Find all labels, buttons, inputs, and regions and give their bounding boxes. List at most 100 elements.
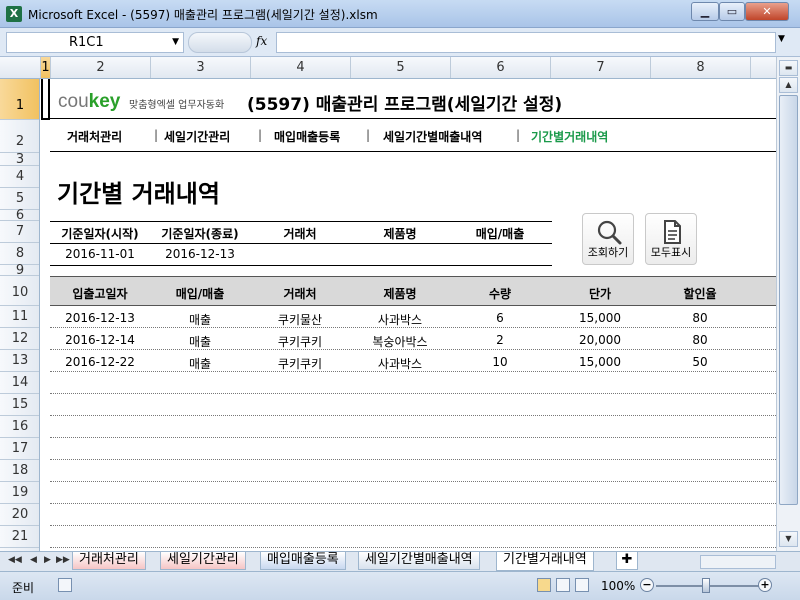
table-row-empty[interactable] [50,372,776,394]
filter-type[interactable] [450,247,550,263]
row-header[interactable]: 9 [0,264,39,277]
select-all-corner[interactable] [0,57,41,78]
column-header[interactable]: 4 [251,57,351,78]
row-header[interactable]: 4 [0,166,39,188]
row-header[interactable]: 1 [0,79,39,120]
table-row-empty[interactable] [50,416,776,438]
row-header[interactable]: 8 [0,243,39,265]
cell-discount[interactable]: 50 [650,355,750,369]
nav-link-purchase-sales[interactable]: 매입매출등록 [274,128,340,145]
table-row[interactable]: 2016-12-22 매출 쿠키쿠키 사과박스 10 15,000 50 [50,350,776,372]
cell-unit-price[interactable]: 20,000 [550,333,650,347]
row-header[interactable]: 6 [0,209,39,222]
zoom-out-button[interactable]: − [640,578,654,592]
scroll-up-icon[interactable]: ▲ [779,77,798,93]
cell-type[interactable]: 매출 [150,333,250,350]
minimize-button[interactable]: ▁ [691,2,719,21]
cell-product[interactable]: 사과박스 [350,311,450,328]
row-header[interactable]: 18 [0,460,39,482]
close-button[interactable]: ✕ [745,2,789,21]
insert-sheet-icon[interactable]: ✚ [616,552,638,570]
sheet-tab-period-transactions[interactable]: 기간별거래내역 [496,552,594,571]
normal-view-icon[interactable] [537,578,551,592]
table-row-empty[interactable] [50,394,776,416]
formula-input[interactable] [276,32,776,53]
first-sheet-icon[interactable]: ◀◀ [8,555,22,565]
cell-discount[interactable]: 80 [650,311,750,325]
cell-type[interactable]: 매출 [150,311,250,328]
filter-end-date[interactable]: 2016-12-13 [150,247,250,261]
search-button[interactable]: 조회하기 [582,213,634,265]
horizontal-scrollbar[interactable] [700,555,776,569]
next-sheet-icon[interactable]: ▶ [44,555,51,565]
page-layout-view-icon[interactable] [556,578,570,592]
sheet-tab-purchase-sales[interactable]: 매입매출등록 [260,552,346,570]
column-header[interactable]: 6 [451,57,551,78]
column-header[interactable]: 2 [51,57,151,78]
sheet-tab-sale-period[interactable]: 세일기간관리 [160,552,246,570]
table-row-empty[interactable] [50,504,776,526]
scroll-thumb[interactable] [779,95,798,505]
cell-unit-price[interactable]: 15,000 [550,311,650,325]
row-header[interactable]: 12 [0,328,39,350]
row-header[interactable]: 21 [0,526,39,548]
cell-customer[interactable]: 쿠키물산 [250,311,350,328]
cell-type[interactable]: 매출 [150,355,250,372]
cell-product[interactable]: 복숭아박스 [350,333,450,350]
column-header[interactable]: 5 [351,57,451,78]
column-header[interactable]: 8 [651,57,751,78]
page-break-view-icon[interactable] [575,578,589,592]
table-row-empty[interactable] [50,482,776,504]
row-header[interactable]: 7 [0,221,39,243]
cell-quantity[interactable]: 2 [450,333,550,347]
name-box[interactable]: R1C1 ▼ [6,32,184,53]
insert-function-icon[interactable]: fx [256,34,267,48]
excel-icon[interactable]: X [6,6,22,22]
cell-quantity[interactable]: 10 [450,355,550,369]
cell-product[interactable]: 사과박스 [350,355,450,372]
row-header[interactable]: 11 [0,306,39,328]
row-header[interactable]: 5 [0,188,39,210]
cell-customer[interactable]: 쿠키쿠키 [250,333,350,350]
row-header[interactable]: 13 [0,350,39,372]
vertical-scrollbar[interactable]: ▬ ▲ ▼ [776,57,800,551]
row-header[interactable]: 14 [0,372,39,394]
sheet-tab-customer[interactable]: 거래처관리 [72,552,146,570]
row-header[interactable]: 2 [0,120,39,153]
row-header[interactable]: 10 [0,276,39,306]
cell-unit-price[interactable]: 15,000 [550,355,650,369]
nav-link-period-transactions[interactable]: 기간별거래내역 [531,128,608,145]
table-row[interactable]: 2016-12-14 매출 쿠키쿠키 복숭아박스 2 20,000 80 [50,328,776,350]
row-header[interactable]: 15 [0,394,39,416]
row-header[interactable]: 20 [0,504,39,526]
table-row-empty[interactable] [50,438,776,460]
show-all-button[interactable]: 모두표시 [645,213,697,265]
worksheet[interactable]: coukey 맞춤형엑셀 업무자동화 (5597) 매출관리 프로그램(세일기간… [41,79,776,551]
filter-customer[interactable] [250,247,350,263]
macro-record-icon[interactable] [58,578,72,592]
row-header[interactable]: 16 [0,416,39,438]
table-row[interactable]: 2016-12-13 매출 쿠키물산 사과박스 6 15,000 80 [50,306,776,328]
zoom-slider-thumb[interactable] [702,578,710,593]
scroll-down-icon[interactable]: ▼ [779,531,798,547]
row-header[interactable]: 19 [0,482,39,504]
zoom-in-button[interactable]: + [758,578,772,592]
row-header[interactable]: 17 [0,438,39,460]
expand-formula-icon[interactable]: ▼ [778,34,785,44]
restore-button[interactable]: ▭ [719,2,745,21]
nav-link-customer[interactable]: 거래처관리 [67,128,122,145]
row-header[interactable]: 3 [0,153,39,166]
last-sheet-icon[interactable]: ▶▶ [56,555,70,565]
column-header[interactable]: 7 [551,57,651,78]
cell-discount[interactable]: 80 [650,333,750,347]
cell-date[interactable]: 2016-12-14 [50,333,150,347]
cell-date[interactable]: 2016-12-13 [50,311,150,325]
cell-customer[interactable]: 쿠키쿠키 [250,355,350,372]
prev-sheet-icon[interactable]: ◀ [30,555,37,565]
chevron-down-icon[interactable]: ▼ [172,33,179,52]
column-header[interactable]: 1 [41,57,51,78]
split-handle-icon[interactable]: ▬ [779,60,798,76]
cell-quantity[interactable]: 6 [450,311,550,325]
nav-link-sale-sales[interactable]: 세일기간별매출내역 [383,128,482,145]
nav-link-sale-period[interactable]: 세일기간관리 [164,128,230,145]
